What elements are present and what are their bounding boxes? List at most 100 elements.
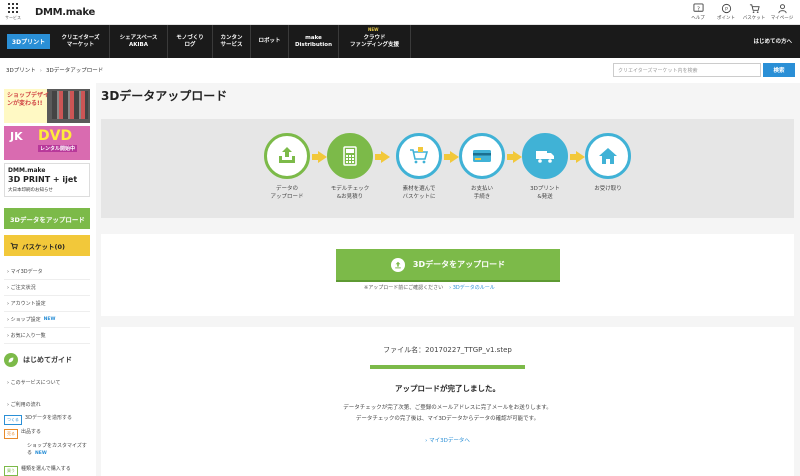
nav-robot[interactable]: ロボット [251, 25, 289, 58]
breadcrumb-separator-icon: › [39, 68, 42, 74]
sidebar-upload-button[interactable]: 3Dデータをアップロード [4, 208, 90, 229]
truck-icon [536, 151, 554, 163]
step-text: 出品する [21, 429, 42, 435]
breadcrumb-home[interactable]: 3Dプリント [6, 68, 36, 74]
banner-ijet[interactable]: DMM.make 3D PRINT + ijet 大日本印刷のお知らせ [4, 163, 90, 197]
sidebar-item-my-3d-data[interactable]: › マイ3Dデータ [4, 264, 90, 280]
upload-info-message: データチェックが完了次第、ご登録のメールアドレスに完了メールをお送りします。 デ… [101, 403, 794, 425]
breadcrumb-current: 3Dデータアップロード [45, 68, 104, 74]
upload-progress-bar [370, 365, 525, 369]
nav-label: マーケット [66, 41, 95, 48]
guide-step-customize[interactable]: ショップをカスタマイズする NEW [4, 442, 90, 456]
help-link[interactable]: ? ヘルプ [684, 3, 712, 21]
flow-label: モデルチェック &お見積り [326, 185, 374, 201]
note-text: ※アップロード前にご確認ください [364, 285, 444, 291]
leaf-icon [4, 353, 18, 367]
guide-title: はじめてガイド [23, 356, 72, 364]
mypage-label: マイページ [770, 16, 794, 21]
nav-label: モノづくり [176, 34, 204, 41]
guide-step-sell[interactable]: 売る 出品する [4, 428, 90, 439]
nav-3d-print[interactable]: 3Dプリント [7, 34, 50, 49]
upload-3d-data-button[interactable]: 3Dデータをアップロード [336, 249, 560, 280]
first-time-link[interactable]: はじめての方へ [753, 37, 792, 45]
guide-flow-link[interactable]: › ご利用の流れ [4, 401, 90, 408]
credit-card-icon [473, 150, 491, 162]
dmm-make-logo[interactable]: DMM.make [35, 7, 95, 18]
sidebar-item-label: アカウント設定 [10, 301, 46, 307]
sidebar-item-label: マイ3Dデータ [10, 269, 43, 275]
sidebar-item-orders[interactable]: › ご注文状況 [4, 280, 90, 296]
flow-label-line: バスケットに [402, 194, 436, 200]
mypage-link[interactable]: マイページ [768, 3, 796, 21]
basket-link[interactable]: バスケット [740, 3, 768, 21]
banner-text: 大日本印刷のお知らせ [8, 188, 53, 193]
point-link[interactable]: P ポイント [712, 3, 740, 21]
banner-text: レンタル開始中 [38, 145, 78, 152]
nav-share-space[interactable]: シェアスペース AKIBA [110, 25, 168, 58]
nav-label: カンタン [220, 34, 243, 41]
nav-creators-market[interactable]: クリエイターズ マーケット [52, 25, 110, 58]
sidebar-item-favorites[interactable]: › お気に入り一覧 [4, 328, 90, 344]
nav-label: クラウド [363, 34, 386, 41]
calculator-icon [343, 146, 357, 166]
flow-panel [101, 119, 794, 218]
page-title: 3Dデータアップロード [101, 89, 228, 103]
flow-label: お受け取り [584, 185, 632, 193]
banner-shop-design[interactable]: ショップデザインが変わる!! [4, 89, 90, 123]
cart-icon [10, 242, 18, 249]
flow-label-line: 手続き [473, 194, 491, 200]
header-icons: ? ヘルプ P ポイント バスケット マイページ [684, 3, 796, 21]
rules-link[interactable]: › 3Dデータのルール [449, 285, 495, 291]
nav-make-distribution[interactable]: make Distribution [289, 25, 339, 58]
step-tag: 売る [4, 429, 18, 439]
my-3d-data-link[interactable]: › マイ3Dデータへ [101, 436, 794, 444]
nav-monozukuri-log[interactable]: モノづくり ログ [168, 25, 213, 58]
sidebar-links: › マイ3Dデータ › ご注文状況 › アカウント設定 › ショップ設定 NEW … [4, 264, 90, 344]
nav-label: サービス [220, 41, 243, 48]
flow-label-line: 素材を選んで [402, 186, 436, 192]
step-text: 種類を選んで購入する [21, 466, 71, 472]
flow-circle [459, 133, 505, 179]
sidebar-item-account[interactable]: › アカウント設定 [4, 296, 90, 312]
services-menu[interactable]: サービス [5, 3, 21, 21]
flow-step-print-ship: 3Dプリント &発送 [521, 133, 569, 201]
guide-about-link[interactable]: › このサービスについて [4, 379, 90, 386]
flow-step-payment: お支払い 手続き [458, 133, 506, 201]
my-3d-data-link-label: マイ3Dデータへ [429, 438, 470, 444]
rules-link-label: 3Dデータのルール [452, 285, 495, 291]
step-tag: 買う [4, 466, 18, 476]
first-guide-heading[interactable]: はじめてガイド [4, 350, 90, 370]
house-icon [599, 148, 617, 164]
sidebar-item-shop-settings[interactable]: › ショップ設定 NEW [4, 312, 90, 328]
guide-step-make[interactable]: つくる 3Dデータを造形する [4, 414, 90, 425]
basket-icon [749, 4, 760, 13]
step-tag: つくる [4, 415, 22, 425]
flow-label-line: データの [275, 186, 298, 192]
nav-label: AKIBA [128, 41, 148, 48]
guide-link-label: ご利用の流れ [10, 402, 41, 408]
step-text: 3Dデータを造形する [24, 415, 72, 421]
flow-label: 3Dプリント &発送 [521, 185, 569, 201]
flow-step-model-check: モデルチェック &お見積り [326, 133, 374, 201]
flow-step-receive: お受け取り [584, 133, 632, 193]
new-badge: NEW [35, 451, 47, 456]
banner-image [52, 91, 88, 119]
upload-icon [390, 257, 405, 272]
file-name: ファイル名：20170227_TTGP_v1.step [383, 346, 512, 354]
step-text: ショップをカスタマイズする NEW [27, 442, 90, 456]
guide-step-buy[interactable]: 買う 種類を選んで購入する [4, 465, 90, 476]
flow-circle [327, 133, 373, 179]
sidebar-item-label: ご注文状況 [10, 285, 36, 291]
breadcrumb: 3Dプリント › 3Dデータアップロード [6, 66, 103, 74]
point-icon: P [721, 3, 731, 14]
nav-easy-service[interactable]: カンタン サービス [213, 25, 251, 58]
search-input[interactable]: クリエイターズマーケット内を検索 [613, 63, 761, 77]
sidebar-basket-button[interactable]: バスケット(0) [4, 235, 90, 256]
banner-dvd-rental[interactable]: JK DVD レンタル開始中 [4, 126, 90, 160]
banner-text: DVD [38, 128, 73, 144]
search-button[interactable]: 検索 [763, 63, 795, 77]
nav-label: ファンディング支援 [349, 41, 400, 48]
point-label: ポイント [717, 16, 735, 21]
mypage-icon [777, 4, 787, 14]
banner-text: 3D PRINT + ijet [8, 175, 78, 184]
